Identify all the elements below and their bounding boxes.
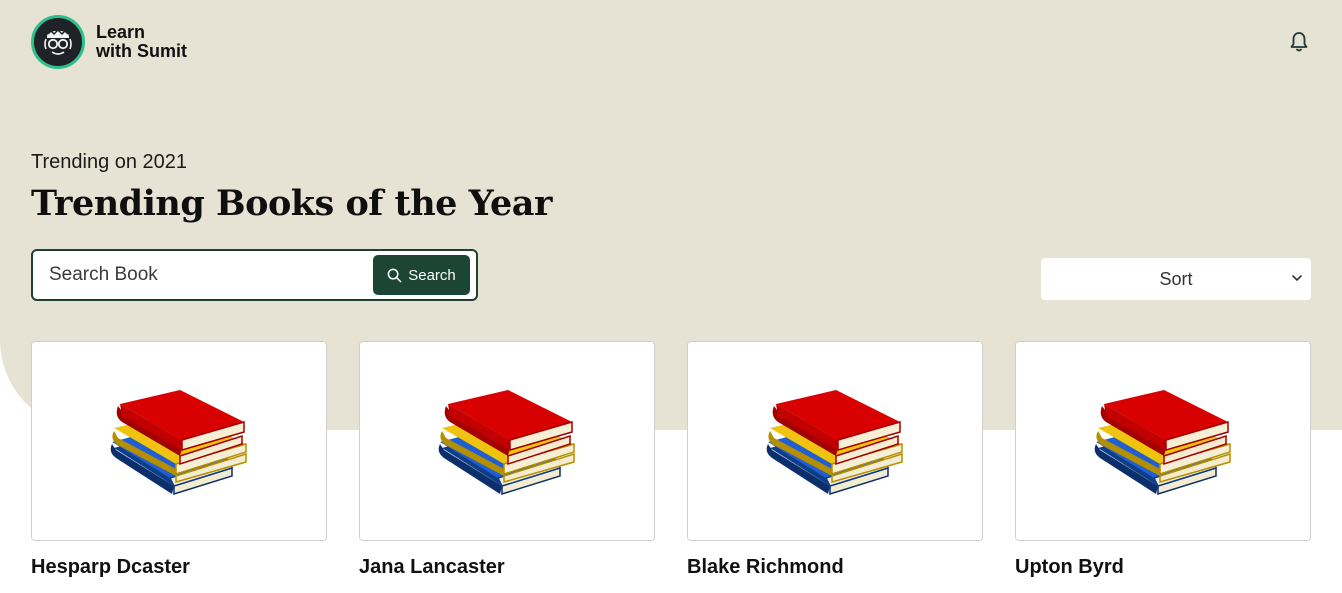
- brand-name: Learn with Sumit: [96, 23, 187, 61]
- book-title[interactable]: Blake Richmond: [687, 556, 983, 579]
- book-stack-icon[interactable]: [31, 341, 327, 541]
- book-title[interactable]: Upton Byrd: [1015, 556, 1311, 579]
- search-button[interactable]: Search: [373, 255, 470, 295]
- brand-logo[interactable]: Learn with Sumit: [31, 15, 187, 69]
- search-button-label: Search: [408, 266, 456, 284]
- brand-line2: with Sumit: [96, 41, 187, 61]
- page-title: Trending Books of the Year: [31, 183, 552, 224]
- hero-eyebrow: Trending on 2021: [31, 151, 188, 173]
- book-title[interactable]: Jana Lancaster: [359, 556, 655, 579]
- book-card[interactable]: Jana Lancaster: [359, 341, 655, 579]
- bell-icon[interactable]: [1287, 30, 1311, 54]
- chevron-down-icon: [1292, 275, 1302, 282]
- glasses-face-icon: [31, 15, 85, 69]
- book-stack-icon[interactable]: [1015, 341, 1311, 541]
- brand-line1: Learn: [96, 22, 146, 42]
- book-stack-icon[interactable]: [687, 341, 983, 541]
- book-stack-icon[interactable]: [359, 341, 655, 541]
- book-card[interactable]: Blake Richmond: [687, 341, 983, 579]
- search-form: Search: [31, 249, 478, 301]
- sort-selected-value: Sort: [1159, 268, 1193, 289]
- page: Learn with Sumit Trending on 2021 Trendi…: [0, 0, 1342, 593]
- search-icon: [387, 268, 402, 282]
- book-card[interactable]: Upton Byrd: [1015, 341, 1311, 579]
- book-title[interactable]: Hesparp Dcaster: [31, 556, 327, 579]
- book-card[interactable]: Hesparp Dcaster: [31, 341, 327, 579]
- search-input[interactable]: [33, 251, 373, 299]
- sort-select[interactable]: Sort: [1041, 258, 1311, 300]
